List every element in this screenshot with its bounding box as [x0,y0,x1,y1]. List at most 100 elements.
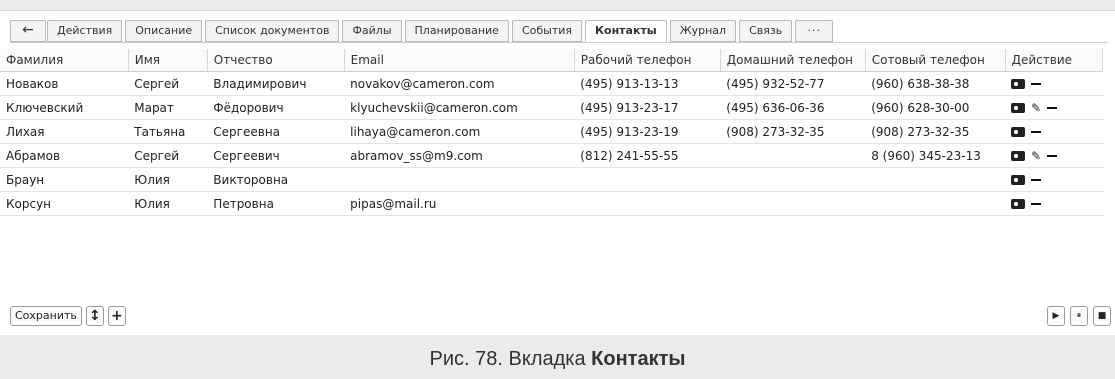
tab-link[interactable]: Связь [739,20,793,42]
sort-icon[interactable]: ↕ [85,306,104,326]
table-body: Новаков Сергей Владимирович novakov@cameron… [0,71,1103,216]
tab-underline [10,42,1107,43]
table-cell: Петровна [207,191,345,216]
remove-icon[interactable] [1031,178,1042,181]
pause-icon[interactable]: ⏸ [1070,306,1088,326]
header-action: Действие [1005,49,1104,72]
table-cell: Марат [128,95,208,120]
stop-icon[interactable]: ■ [1093,306,1111,326]
action-group: ✎ [1011,149,1096,163]
remove-icon[interactable] [1047,106,1058,109]
tab-planning[interactable]: Планирование [404,20,509,42]
table-row[interactable]: Абрамов Сергей Сергеевич abramov_ss@m9.com(… [0,143,1103,168]
save-button[interactable]: Сохранить [10,306,82,326]
tab-journal[interactable]: Журнал [669,20,737,42]
remove-icon[interactable] [1031,202,1042,205]
header-patronymic[interactable]: Отчество [207,49,345,72]
table-row[interactable]: Корсун Юлия Петровна pipas@mail.ru [0,191,1103,216]
table-cell: Викторовна [207,167,345,192]
table-cell: Корсун [0,191,129,216]
action-group [1011,174,1096,185]
action-group [1011,126,1096,137]
tab-actions[interactable]: Действия [47,20,123,42]
table-cell [574,167,721,192]
table-cell [720,167,866,192]
action-group [1011,78,1096,89]
header-home-phone[interactable]: Домашний телефон [720,49,866,72]
tab-description[interactable]: Описание [125,20,203,42]
contact-card-icon[interactable] [1011,150,1026,161]
table-cell: (812) 241-55-55 [574,143,721,168]
top-strip [0,0,1115,10]
action-cell [1005,191,1103,216]
table-cell [865,167,1006,192]
table-cell: lihaya@cameron.com [344,119,575,144]
table-cell: novakov@cameron.com [344,71,575,96]
pencil-icon[interactable]: ✎ [1031,149,1041,163]
playback-controls: ▶ ⏸ ■ [1047,306,1111,326]
table-cell: Ключевский [0,95,129,120]
action-cell: ✎ [1005,95,1103,120]
table-cell: Сергеевич [207,143,345,168]
header-mobile-phone[interactable]: Сотовый телефон [865,49,1006,72]
header-lastname[interactable]: Фамилия [0,49,129,72]
pencil-icon[interactable]: ✎ [1031,101,1041,115]
remove-icon[interactable] [1031,130,1042,133]
table-cell [720,191,866,216]
table-cell: Сергей [128,143,208,168]
table-cell: abramov_ss@m9.com [344,143,575,168]
table-cell: Владимирович [207,71,345,96]
table-cell [865,191,1006,216]
add-icon[interactable]: + [107,306,126,326]
action-group [1011,198,1096,209]
table-cell: Лихая [0,119,129,144]
table-row[interactable]: Ключевский Марат Фёдорович klyuchevskii@cam… [0,95,1103,120]
remove-icon[interactable] [1031,82,1042,85]
tab-document-list[interactable]: Список документов [205,20,340,42]
header-work-phone[interactable]: Рабочий телефон [574,49,721,72]
table-cell: (960) 638-38-38 [865,71,1006,96]
table-cell: Новаков [0,71,129,96]
tab-files[interactable]: Файлы [342,20,402,42]
table-cell: Татьяна [128,119,208,144]
table-cell: (495) 913-23-19 [574,119,721,144]
table-cell: (960) 628-30-00 [865,95,1006,120]
contact-card-icon[interactable] [1011,78,1026,89]
table-cell: Браун [0,167,129,192]
table-cell [344,167,575,192]
table-cell: Юлия [128,167,208,192]
tab-more[interactable]: ··· [795,20,834,42]
contact-card-icon[interactable] [1011,174,1026,185]
table-cell: (908) 273-32-35 [865,119,1006,144]
contact-card-icon[interactable] [1011,198,1026,209]
table-cell: (495) 932-52-77 [720,71,866,96]
figure-caption: Рис. 78. Вкладка Контакты [0,348,1115,371]
tab-bar: ← Действия Описание Список документов Фа… [10,20,836,42]
play-icon[interactable]: ▶ [1047,306,1065,326]
bottom-toolbar: Сохранить ↕ + [10,306,126,326]
back-arrow-icon[interactable]: ← [10,20,46,42]
tab-contacts[interactable]: Контакты [585,20,667,42]
caption-bold: Контакты [591,348,686,370]
tab-events[interactable]: События [511,20,583,42]
table-row[interactable]: Новаков Сергей Владимирович novakov@cameron… [0,71,1103,96]
caption-prefix: Рис. 78. Вкладка [429,348,592,370]
contacts-table: Фамилия Имя Отчество Email Рабочий телеф… [0,49,1104,216]
table-cell: Фёдорович [207,95,345,120]
action-cell [1005,119,1103,144]
table-cell: Абрамов [0,143,129,168]
table-row[interactable]: Лихая Татьяна Сергеевна lihaya@cameron.com(… [0,119,1103,144]
contact-card-icon[interactable] [1011,102,1026,113]
table-cell: (495) 913-13-13 [574,71,721,96]
contact-card-icon[interactable] [1011,126,1026,137]
table-row[interactable]: Браун Юлия Викторовна [0,167,1103,192]
header-email[interactable]: Email [344,49,575,72]
table-cell: Сергеевна [207,119,345,144]
header-firstname[interactable]: Имя [128,49,208,72]
table-header-row: Фамилия Имя Отчество Email Рабочий телеф… [0,49,1104,72]
action-cell: ✎ [1005,143,1103,168]
table-cell: 8 (960) 345-23-13 [865,143,1006,168]
table-cell [720,143,866,168]
remove-icon[interactable] [1047,154,1058,157]
table-cell: (495) 636-06-36 [720,95,866,120]
